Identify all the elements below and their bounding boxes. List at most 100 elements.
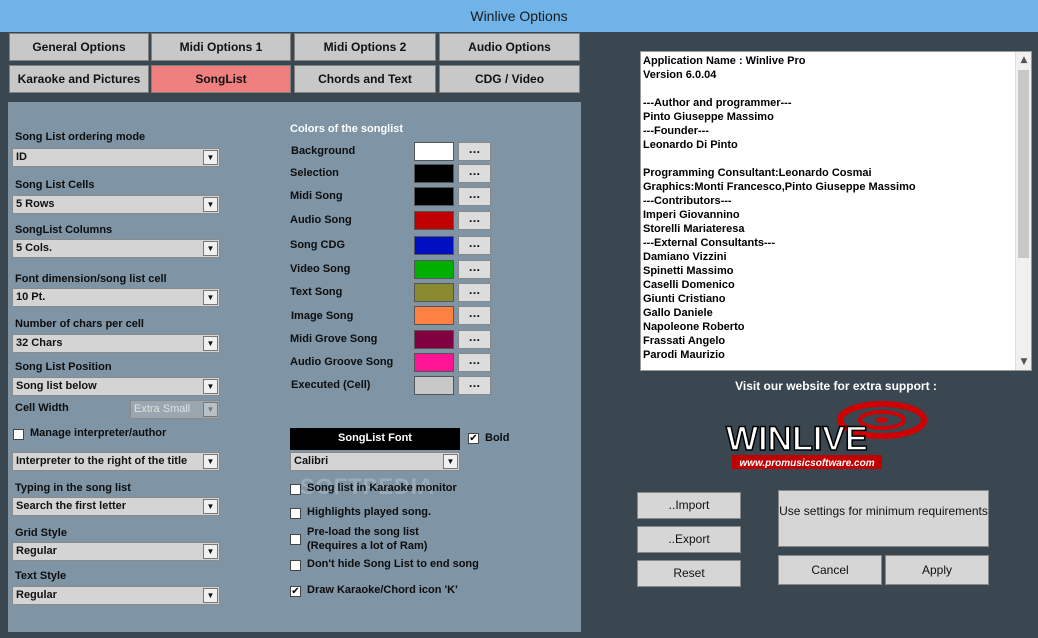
info-line — [643, 82, 1015, 96]
bold-label: Bold — [485, 432, 510, 444]
reset-button[interactable]: Reset — [637, 560, 741, 587]
interpreter-position-value: Interpreter to the right of the title — [16, 455, 188, 467]
color-swatch-selection[interactable] — [414, 164, 454, 183]
about-info-box[interactable]: Application Name : Winlive Pro Version 6.… — [640, 51, 1032, 371]
color-label-audio-song: Audio Song — [290, 214, 352, 226]
chevron-down-icon[interactable]: ▼ — [1016, 354, 1032, 370]
chevron-down-icon: ▼ — [203, 499, 218, 514]
songlist-font-button[interactable]: SongList Font — [290, 428, 460, 450]
songlist-columns-select[interactable]: 5 Cols. ▼ — [12, 239, 220, 258]
dont-hide-checkbox[interactable] — [290, 560, 301, 571]
song-list-cells-select[interactable]: 5 Rows ▼ — [12, 195, 220, 214]
logo-text: WINLIVE — [726, 420, 868, 458]
preload-checkbox[interactable] — [290, 534, 301, 545]
info-line: Caselli Domenico — [643, 279, 735, 291]
color-picker-button-audio-song[interactable]: ... — [458, 211, 491, 230]
font-select[interactable]: Calibri ▼ — [290, 452, 460, 471]
cell-width-label: Cell Width — [15, 402, 69, 414]
ordering-mode-select[interactable]: ID ▼ — [12, 148, 220, 167]
winlive-logo[interactable]: WINLIVE www.promusicsoftware.com — [722, 398, 932, 476]
chevron-up-icon[interactable]: ▲ — [1016, 52, 1032, 68]
song-list-position-label: Song List Position — [15, 361, 112, 373]
info-line: Imperi Giovannino — [643, 209, 740, 221]
tab-general-options[interactable]: General Options — [9, 33, 149, 61]
typing-value: Search the first letter — [16, 500, 127, 512]
color-swatch-audio-song[interactable] — [414, 211, 454, 230]
info-line: Giunti Cristiano — [643, 293, 726, 305]
preload-label: Pre-load the song list — [307, 526, 419, 538]
color-picker-button-midi-grove-song[interactable]: ... — [458, 330, 491, 349]
chars-per-cell-select[interactable]: 32 Chars ▼ — [12, 334, 220, 353]
draw-icon-checkbox[interactable]: ✔ — [290, 586, 301, 597]
cancel-button[interactable]: Cancel — [778, 555, 882, 585]
tab-karaoke-and-pictures[interactable]: Karaoke and Pictures — [9, 65, 149, 93]
songlist-columns-label: SongList Columns — [15, 224, 113, 236]
color-swatch-audio-groove-song[interactable] — [414, 353, 454, 372]
color-swatch-midi-song[interactable] — [414, 187, 454, 206]
color-picker-button-midi-song[interactable]: ... — [458, 187, 491, 206]
tab-midi-options-2[interactable]: Midi Options 2 — [294, 33, 436, 61]
apply-button[interactable]: Apply — [885, 555, 989, 585]
info-line: Leonardo Di Pinto — [643, 139, 738, 151]
chevron-down-icon: ▼ — [203, 379, 218, 394]
color-picker-button-text-song[interactable]: ... — [458, 283, 491, 302]
color-swatch-midi-grove-song[interactable] — [414, 330, 454, 349]
color-label-midi-song: Midi Song — [290, 190, 343, 202]
tab-midi-options-1[interactable]: Midi Options 1 — [151, 33, 291, 61]
bold-checkbox[interactable]: ✔ — [468, 433, 479, 444]
ordering-mode-label: Song List ordering mode — [15, 131, 146, 143]
tab-cdg-video[interactable]: CDG / Video — [439, 65, 580, 93]
info-line: Version 6.0.04 — [643, 69, 717, 81]
text-style-select[interactable]: Regular ▼ — [12, 586, 220, 605]
minimum-requirements-button[interactable]: Use settings for minimum requirements — [778, 490, 989, 547]
color-label-song-cdg: Song CDG — [290, 239, 345, 251]
import-button[interactable]: ..Import — [637, 492, 741, 519]
ordering-mode-value: ID — [16, 151, 27, 163]
scrollbar-thumb[interactable] — [1018, 70, 1029, 258]
about-info-text: Application Name : Winlive Pro Version 6.… — [643, 54, 1015, 370]
color-label-video-song: Video Song — [290, 263, 351, 275]
manage-interpreter-checkbox[interactable] — [13, 429, 24, 440]
color-picker-button-song-cdg[interactable]: ... — [458, 236, 491, 255]
tab-audio-options[interactable]: Audio Options — [439, 33, 580, 61]
font-dimension-select[interactable]: 10 Pt. ▼ — [12, 288, 220, 307]
interpreter-position-select[interactable]: Interpreter to the right of the title ▼ — [12, 452, 220, 471]
info-line: Application Name : Winlive Pro — [643, 55, 806, 67]
info-line: Napoleone Roberto — [643, 321, 745, 333]
color-swatch-background[interactable] — [414, 142, 454, 161]
chevron-down-icon: ▼ — [203, 588, 218, 603]
tab-songlist[interactable]: SongList — [151, 65, 291, 93]
color-swatch-song-cdg[interactable] — [414, 236, 454, 255]
grid-style-select[interactable]: Regular ▼ — [12, 542, 220, 561]
info-line: Damiano Vizzini — [643, 251, 727, 263]
chevron-down-icon: ▼ — [203, 402, 218, 417]
info-line: ---Author and programmer--- — [643, 97, 792, 109]
highlights-checkbox[interactable] — [290, 508, 301, 519]
text-style-label: Text Style — [15, 570, 67, 582]
info-line: Graphics:Monti Francesco,Pinto Giuseppe … — [643, 181, 916, 193]
color-picker-button-selection[interactable]: ... — [458, 164, 491, 183]
color-swatch-image-song[interactable] — [414, 306, 454, 325]
color-swatch-executed-cell[interactable] — [414, 376, 454, 395]
info-scrollbar[interactable]: ▲ ▼ — [1015, 52, 1031, 370]
chevron-down-icon: ▼ — [203, 454, 218, 469]
color-picker-button-audio-groove-song[interactable]: ... — [458, 353, 491, 372]
export-button[interactable]: ..Export — [637, 526, 741, 553]
color-label-audio-groove-song: Audio Groove Song — [290, 356, 394, 368]
color-swatch-video-song[interactable] — [414, 260, 454, 279]
color-picker-button-video-song[interactable]: ... — [458, 260, 491, 279]
cell-width-select[interactable]: Extra Small ▼ — [130, 400, 220, 419]
dont-hide-label: Don't hide Song List to end song — [307, 558, 479, 570]
color-picker-button-image-song[interactable]: ... — [458, 306, 491, 325]
info-line: Storelli Mariateresa — [643, 223, 745, 235]
color-swatch-text-song[interactable] — [414, 283, 454, 302]
window-title: Winlive Options — [0, 0, 1038, 32]
typing-select[interactable]: Search the first letter ▼ — [12, 497, 220, 516]
songlist-columns-value: 5 Cols. — [16, 242, 53, 254]
chevron-down-icon: ▼ — [443, 454, 458, 469]
song-list-position-select[interactable]: Song list below ▼ — [12, 377, 220, 396]
color-picker-button-background[interactable]: ... — [458, 142, 491, 161]
tab-chords-and-text[interactable]: Chords and Text — [294, 65, 436, 93]
color-picker-button-executed-cell[interactable]: ... — [458, 376, 491, 395]
karaoke-monitor-checkbox[interactable] — [290, 484, 301, 495]
